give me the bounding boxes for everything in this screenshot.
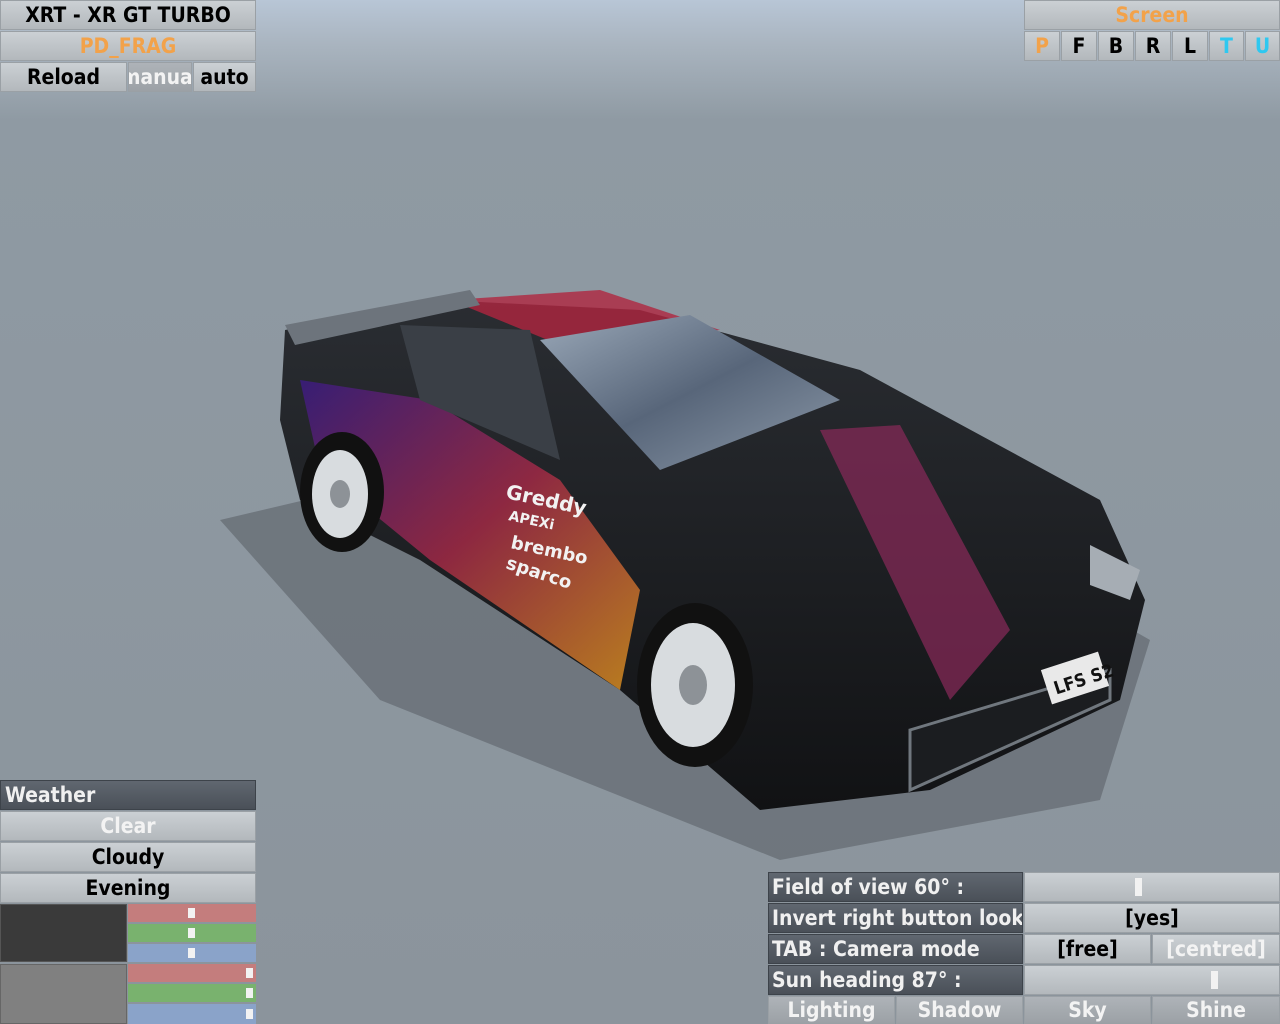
ambient-color-swatch[interactable] [0,904,127,962]
car-name-label: XRT - XR GT TURBO [0,0,256,30]
view-button-r[interactable]: R [1135,31,1171,61]
manual-button[interactable]: manual [128,62,192,92]
skin-name-label[interactable]: PD_FRAG [0,31,256,61]
sun-heading-label: Sun heading 87° : [768,965,1023,995]
invert-look-toggle[interactable]: [yes] [1024,903,1280,933]
auto-button[interactable]: auto [193,62,256,92]
reload-button[interactable]: Reload [0,62,127,92]
tab-shine[interactable]: Shine [1152,996,1280,1024]
sun-heading-slider[interactable] [1024,965,1280,995]
view-button-b[interactable]: B [1098,31,1134,61]
weather-evening-button[interactable]: Evening [0,873,256,903]
car-rear-wheel [300,432,384,552]
view-button-f[interactable]: F [1061,31,1097,61]
tab-lighting[interactable]: Lighting [768,996,895,1024]
view-button-u[interactable]: U [1245,31,1280,61]
tab-shadow[interactable]: Shadow [896,996,1023,1024]
camera-mode-label: TAB : Camera mode [768,934,1023,964]
light-color-swatch[interactable] [0,964,127,1024]
view-button-p[interactable]: P [1024,31,1060,61]
ambient-green-slider[interactable] [128,924,256,942]
ambient-blue-slider[interactable] [128,944,256,962]
light-green-slider[interactable] [128,984,256,1002]
camera-free-button[interactable]: [free] [1024,934,1151,964]
light-blue-slider[interactable] [128,1004,256,1024]
camera-centred-button[interactable]: [centred] [1152,934,1280,964]
fov-slider[interactable] [1024,872,1280,902]
fov-label: Field of view 60° : [768,872,1023,902]
light-red-slider[interactable] [128,964,256,982]
weather-clear-button[interactable]: Clear [0,811,256,841]
ambient-red-slider[interactable] [128,904,256,922]
view-button-l[interactable]: L [1172,31,1208,61]
screen-title: Screen [1024,0,1280,30]
tab-sky[interactable]: Sky [1024,996,1151,1024]
car-front-wheel [637,603,753,767]
invert-look-label: Invert right button look : [768,903,1023,933]
view-button-t[interactable]: T [1209,31,1244,61]
weather-cloudy-button[interactable]: Cloudy [0,842,256,872]
weather-title: Weather [0,780,256,810]
